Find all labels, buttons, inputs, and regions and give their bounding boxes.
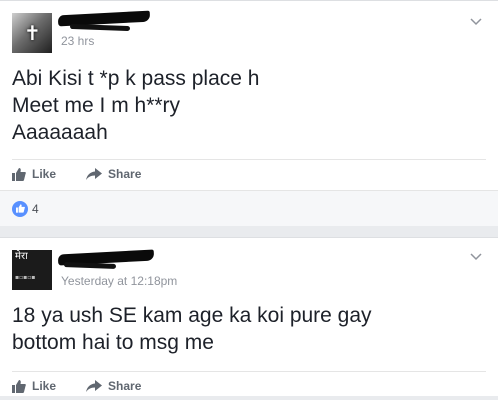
avatar-decoration: ▪▫▪▫▪: [15, 274, 36, 281]
thumbs-up-glyph: [15, 204, 25, 213]
avatar-text: मेरा: [15, 251, 28, 262]
redaction-mark: [63, 262, 117, 269]
share-arrow-icon: [86, 168, 103, 180]
thumbs-up-icon: [12, 379, 26, 393]
share-button[interactable]: Share: [86, 167, 141, 181]
post-body: 18 ya ush SE kam age ka koi pure gay bot…: [12, 302, 372, 356]
share-label: Share: [108, 379, 142, 393]
share-arrow-icon: [86, 380, 103, 392]
post-body: Abi Kisi t *p k pass place h Meet me I m…: [12, 65, 259, 146]
like-label: Like: [32, 379, 57, 393]
author-avatar[interactable]: ✝: [12, 13, 52, 53]
post-text-line: bottom hai to msg me: [12, 331, 214, 354]
like-button[interactable]: Like: [12, 167, 56, 181]
post-text-line: Abi Kisi t *p k pass place h: [12, 67, 260, 90]
post-card: ✝ 23 hrs Abi Kisi t *p k pass place h Me…: [0, 0, 498, 226]
post-timestamp[interactable]: Yesterday at 12:18pm: [61, 274, 177, 288]
like-reaction-icon: [12, 200, 28, 217]
redaction-mark: [69, 23, 131, 32]
chevron-down-icon[interactable]: [470, 18, 482, 26]
thumbs-up-icon: [12, 167, 26, 181]
like-label: Like: [32, 167, 57, 181]
post-card: मेरा ▪▫▪▫▪ Yesterday at 12:18pm 18 ya us…: [0, 237, 498, 396]
reaction-count: 4: [32, 201, 39, 216]
chevron-down-icon[interactable]: [470, 253, 482, 261]
share-label: Share: [108, 167, 142, 181]
avatar-figure: ✝: [24, 23, 41, 45]
post-timestamp[interactable]: 23 hrs: [61, 34, 94, 48]
share-button[interactable]: Share: [86, 379, 141, 393]
author-avatar[interactable]: मेरा ▪▫▪▫▪: [12, 250, 52, 290]
post-text-line: Aaaaaaah: [12, 121, 108, 144]
post-text-line: Meet me I m h**ry: [12, 94, 181, 117]
reactions-row[interactable]: 4: [0, 190, 498, 226]
post-actions: Like Share: [12, 159, 486, 188]
like-button[interactable]: Like: [12, 379, 56, 393]
post-text-line: 18 ya ush SE kam age ka koi pure gay: [12, 304, 372, 327]
